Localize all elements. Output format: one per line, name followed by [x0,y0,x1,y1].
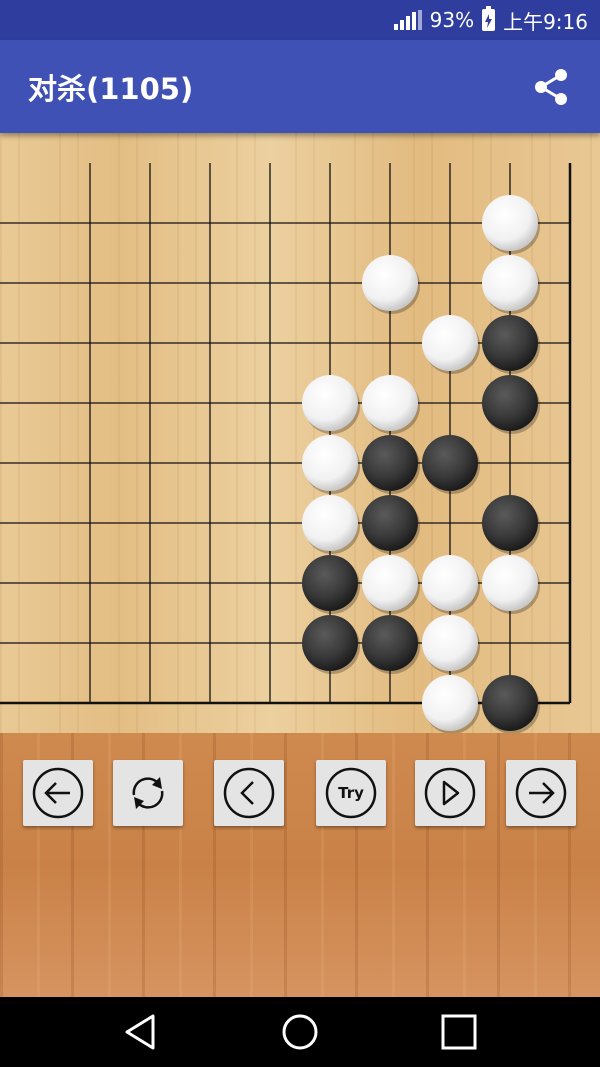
arrow-right-icon [515,767,567,819]
share-button[interactable] [530,66,572,108]
white-stone [362,555,420,614]
play-button[interactable] [415,760,485,826]
black-stone [302,615,360,674]
black-stone [302,555,360,614]
white-stone [422,555,480,614]
black-stone [482,315,540,374]
battery-percent: 93% [429,8,475,32]
recents-icon[interactable] [439,1012,479,1052]
white-stone [482,555,540,614]
back-icon[interactable] [121,1012,161,1052]
white-stone [422,615,480,674]
white-stone [482,195,540,254]
white-stone [362,375,420,434]
white-stone [362,255,420,314]
white-stone [422,675,480,733]
white-stone [482,255,540,314]
try-button[interactable]: Try [316,760,386,826]
status-bar: 93% 上午9:16 [0,0,600,40]
black-stone [362,615,420,674]
black-stone [422,435,480,494]
try-icon: Try [325,767,377,819]
black-stone [362,495,420,554]
previous-move-button[interactable] [214,760,284,826]
board-stones [302,195,540,733]
clock-time: 上午9:16 [503,9,588,34]
board-canvas[interactable] [0,133,600,733]
controls-bar: Try [0,733,600,997]
rotate-icon [132,777,164,809]
play-icon [424,767,476,819]
white-stone [302,435,360,494]
first-move-button[interactable] [23,760,93,826]
black-stone [362,435,420,494]
board-grid [0,163,572,705]
page-title: 对杀(1105) [28,71,194,106]
black-stone [482,675,540,733]
app-bar: 对杀(1105) [0,40,600,133]
signal-icon [393,10,422,30]
black-stone [482,495,540,554]
share-icon [535,69,567,105]
white-stone [302,375,360,434]
black-stone [482,375,540,434]
go-board[interactable] [0,133,600,733]
arrow-left-icon [32,767,84,819]
try-label: Try [338,784,364,802]
navigation-bar [0,997,600,1067]
battery-charging-icon [482,6,496,31]
white-stone [302,495,360,554]
reset-button[interactable] [113,760,183,826]
chevron-left-icon [223,767,275,819]
last-move-button[interactable] [506,760,576,826]
home-icon[interactable] [280,1012,320,1052]
white-stone [422,315,480,374]
